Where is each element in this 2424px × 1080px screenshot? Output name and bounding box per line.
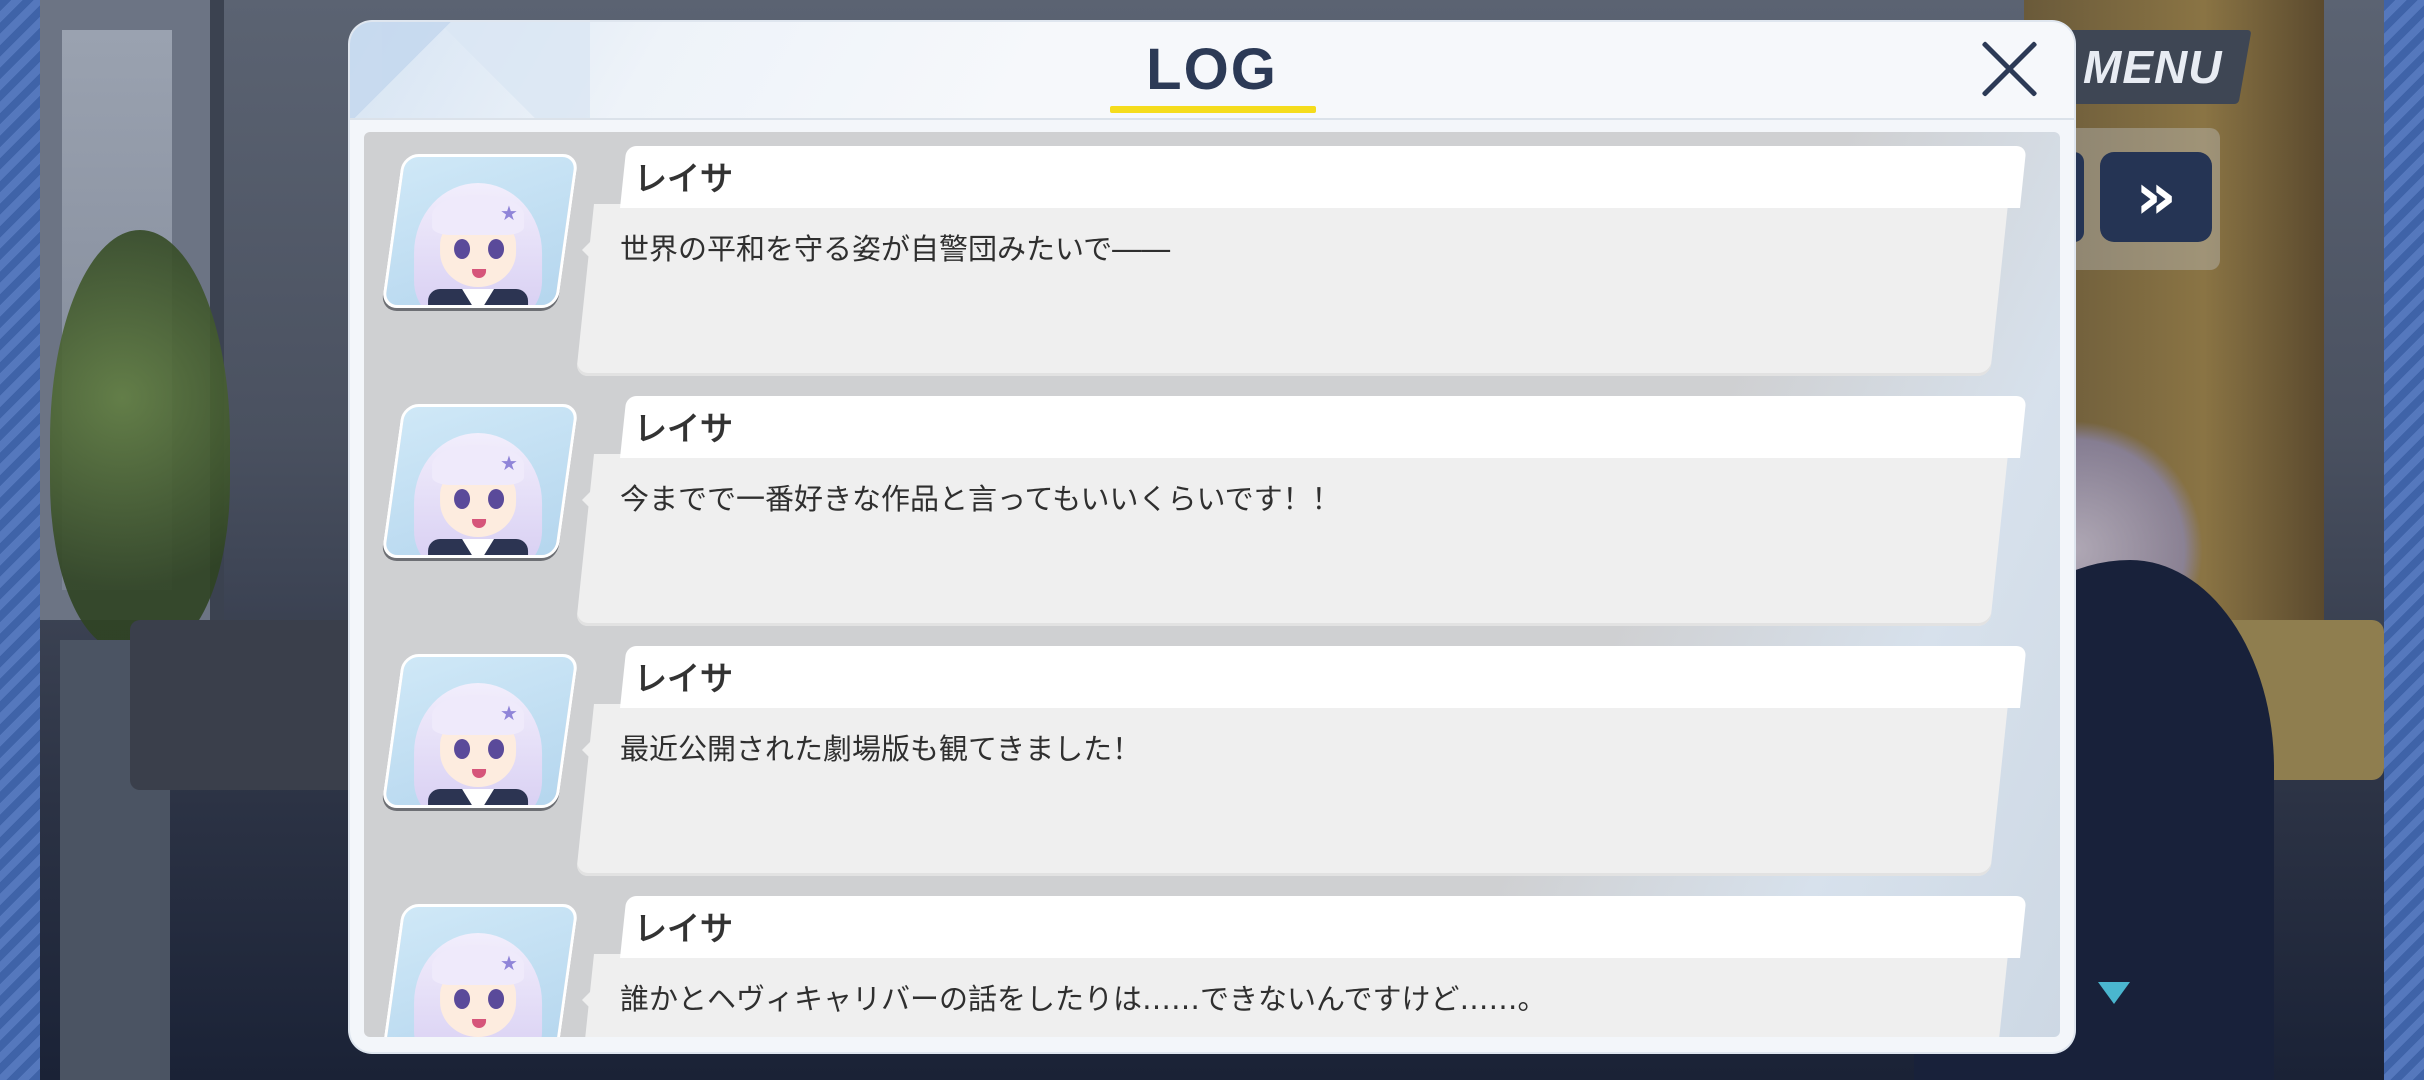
log-bubble: レイサ 世界の平和を守る姿が自警団みたいで―― — [575, 146, 2027, 378]
log-entry: ★ レイサ 今までで一番好きな作品と言ってもいいくらいです！！ — [364, 382, 2060, 632]
close-icon[interactable] — [1976, 36, 2042, 102]
next-indicator-icon — [2098, 982, 2130, 1004]
log-list[interactable]: ★ レイサ 世界の平和を守る姿が自警団みたいで―― ★ レイサ 今までで一番好き… — [364, 132, 2060, 1037]
speaker-name: レイサ — [634, 409, 733, 448]
speaker-name: レイサ — [634, 909, 733, 948]
log-line-text: 誰かとヘヴィキャリバーの話をしたりは……できないんですけど……。 — [620, 982, 1547, 1016]
header-divider — [350, 118, 2074, 120]
avatar-face: ★ — [414, 427, 543, 558]
right-border-stripe — [2384, 0, 2424, 1080]
log-line-text: 世界の平和を守る姿が自警団みたいで―― — [620, 232, 1171, 266]
log-entry: ★ レイサ 最近公開された劇場版も観てきました！ — [364, 632, 2060, 882]
left-border-stripe — [0, 0, 40, 1080]
speaker-avatar: ★ — [381, 904, 579, 1037]
log-line-text: 今までで一番好きな作品と言ってもいいくらいです！！ — [620, 482, 1341, 516]
log-line-text: 最近公開された劇場版も観てきました！ — [620, 732, 1142, 766]
speaker-name: レイサ — [634, 159, 733, 198]
log-bubble: レイサ 誰かとヘヴィキャリバーの話をしたりは……できないんですけど……。 — [575, 896, 2027, 1037]
background-plant — [50, 230, 230, 650]
log-bubble: レイサ 今までで一番好きな作品と言ってもいいくらいです！！ — [575, 396, 2027, 628]
menu-button[interactable]: MENU — [2048, 30, 2252, 104]
avatar-face: ★ — [414, 677, 543, 808]
fast-forward-icon: » — [2135, 160, 2177, 234]
speaker-avatar: ★ — [381, 154, 579, 308]
log-entry: ★ レイサ 誰かとヘヴィキャリバーの話をしたりは……できないんですけど……。 — [364, 882, 2060, 1037]
menu-button-label: MENU — [2083, 41, 2223, 93]
speaker-avatar: ★ — [381, 654, 579, 808]
fast-forward-button[interactable]: » — [2100, 152, 2212, 242]
log-entry: ★ レイサ 世界の平和を守る姿が自警団みたいで―― — [364, 132, 2060, 382]
log-dialog: LOG ★ レイサ 世界の平和を守る姿が自警団みたいで―― ★ レイサ 今までで… — [350, 22, 2074, 1052]
avatar-face: ★ — [414, 927, 543, 1037]
speaker-avatar: ★ — [381, 404, 579, 558]
avatar-face: ★ — [414, 177, 543, 308]
log-dialog-title: LOG — [1146, 37, 1278, 102]
log-bubble: レイサ 最近公開された劇場版も観てきました！ — [575, 646, 2027, 878]
speaker-name: レイサ — [634, 659, 733, 698]
title-underline — [1110, 106, 1316, 113]
